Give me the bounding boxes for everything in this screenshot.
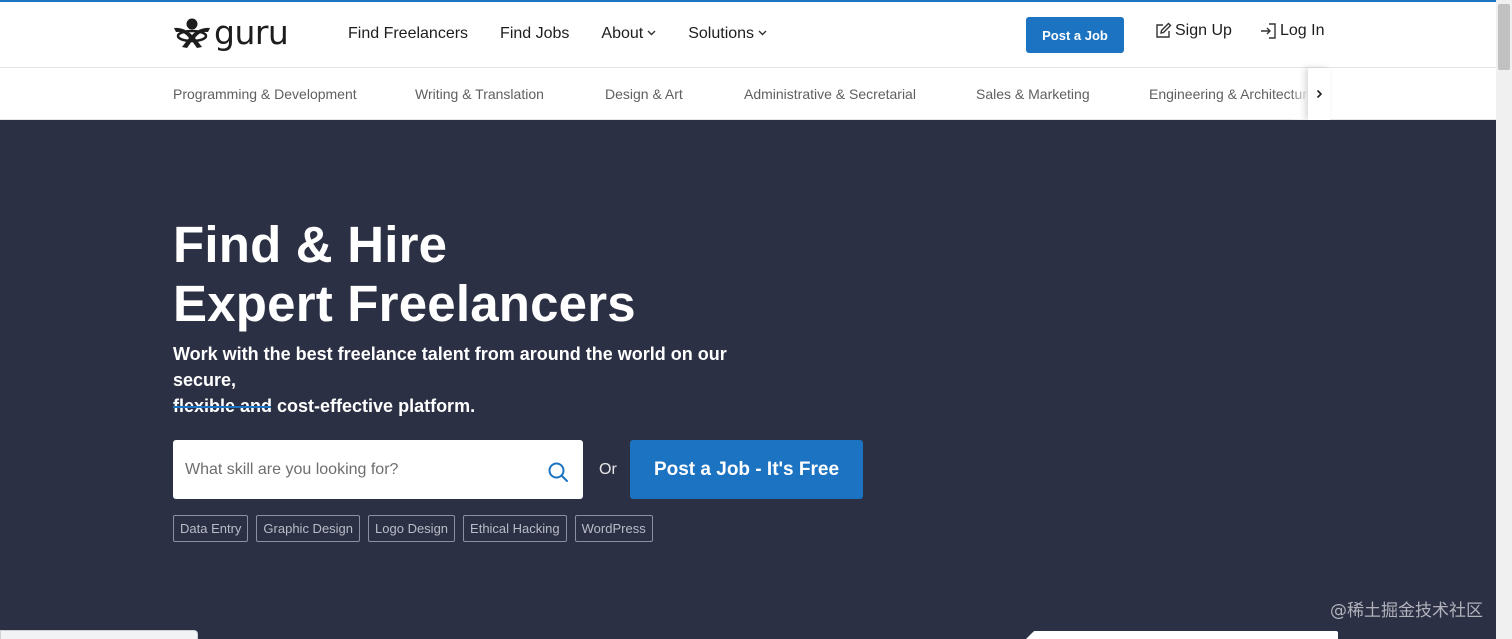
hero-title-line-1: Find & Hire (173, 216, 448, 273)
popup-tip (1026, 632, 1033, 639)
skill-tag-graphic-design[interactable]: Graphic Design (256, 515, 361, 542)
nav-label: About (601, 25, 644, 42)
chevron-right-icon (1316, 89, 1322, 99)
guru-logo[interactable]: guru (172, 13, 289, 52)
hero-divider (173, 406, 271, 408)
watermark-text: @稀土掘金技术社区 (1330, 601, 1483, 621)
chevron-down-icon (758, 30, 767, 36)
skill-tag-wordpress[interactable]: WordPress (574, 515, 653, 542)
category-scroll-button[interactable] (1308, 68, 1330, 120)
login-arrow-icon (1261, 23, 1276, 39)
edit-pencil-icon (1156, 22, 1172, 38)
category-programming-development[interactable]: Programming & Development (173, 86, 357, 102)
nav-find-jobs[interactable]: Find Jobs (500, 25, 569, 43)
hero-section: Find & Hire Expert Freelancers Work with… (0, 120, 1496, 639)
sign-up-link[interactable]: Sign Up (1154, 22, 1232, 40)
category-writing-translation[interactable]: Writing & Translation (415, 86, 544, 102)
hero-title-line-2: Expert Freelancers (173, 275, 636, 332)
nav-find-freelancers[interactable]: Find Freelancers (348, 25, 468, 43)
or-separator: Or (599, 461, 617, 478)
browser-status-bar (0, 630, 198, 639)
post-job-free-button[interactable]: Post a Job - It's Free (630, 440, 863, 499)
category-administrative-secretarial[interactable]: Administrative & Secretarial (744, 86, 916, 102)
skill-search-box (173, 440, 583, 499)
popup-panel-edge (1033, 631, 1338, 639)
skill-tag-ethical-hacking[interactable]: Ethical Hacking (463, 515, 567, 542)
popular-skill-tags: Data Entry Graphic Design Logo Design Et… (173, 515, 661, 542)
skill-search-input[interactable] (173, 440, 533, 499)
skill-tag-logo-design[interactable]: Logo Design (368, 515, 456, 542)
log-in-link[interactable]: Log In (1259, 22, 1324, 40)
chevron-down-icon (647, 30, 656, 36)
category-fade (1290, 68, 1310, 120)
guru-logo-icon (174, 18, 210, 48)
hero-subtitle-line-1: Work with the best freelance talent from… (173, 344, 727, 390)
nav-solutions[interactable]: Solutions (688, 25, 767, 43)
page-scrollbar[interactable] (1496, 0, 1512, 639)
nav-about[interactable]: About (601, 25, 656, 43)
scrollbar-thumb[interactable] (1498, 4, 1510, 70)
search-icon[interactable] (547, 461, 569, 483)
category-design-art[interactable]: Design & Art (605, 86, 683, 102)
nav-label: Find Freelancers (348, 25, 469, 42)
hero-title: Find & Hire Expert Freelancers (173, 215, 636, 333)
post-a-job-button[interactable]: Post a Job (1026, 17, 1124, 53)
skill-tag-data-entry[interactable]: Data Entry (173, 515, 249, 542)
site-header: guru Find Freelancers Find Jobs About So… (0, 2, 1496, 68)
nav-label: Solutions (688, 25, 755, 42)
nav-label: Find Jobs (500, 25, 570, 42)
main-nav: Find Freelancers Find Jobs About Solutio… (348, 2, 799, 66)
log-in-label: Log In (1280, 22, 1325, 39)
sign-up-label: Sign Up (1175, 22, 1232, 39)
logo-wordmark: guru (214, 13, 289, 52)
category-bar: Programming & Development Writing & Tran… (0, 68, 1496, 120)
category-sales-marketing[interactable]: Sales & Marketing (976, 86, 1090, 102)
